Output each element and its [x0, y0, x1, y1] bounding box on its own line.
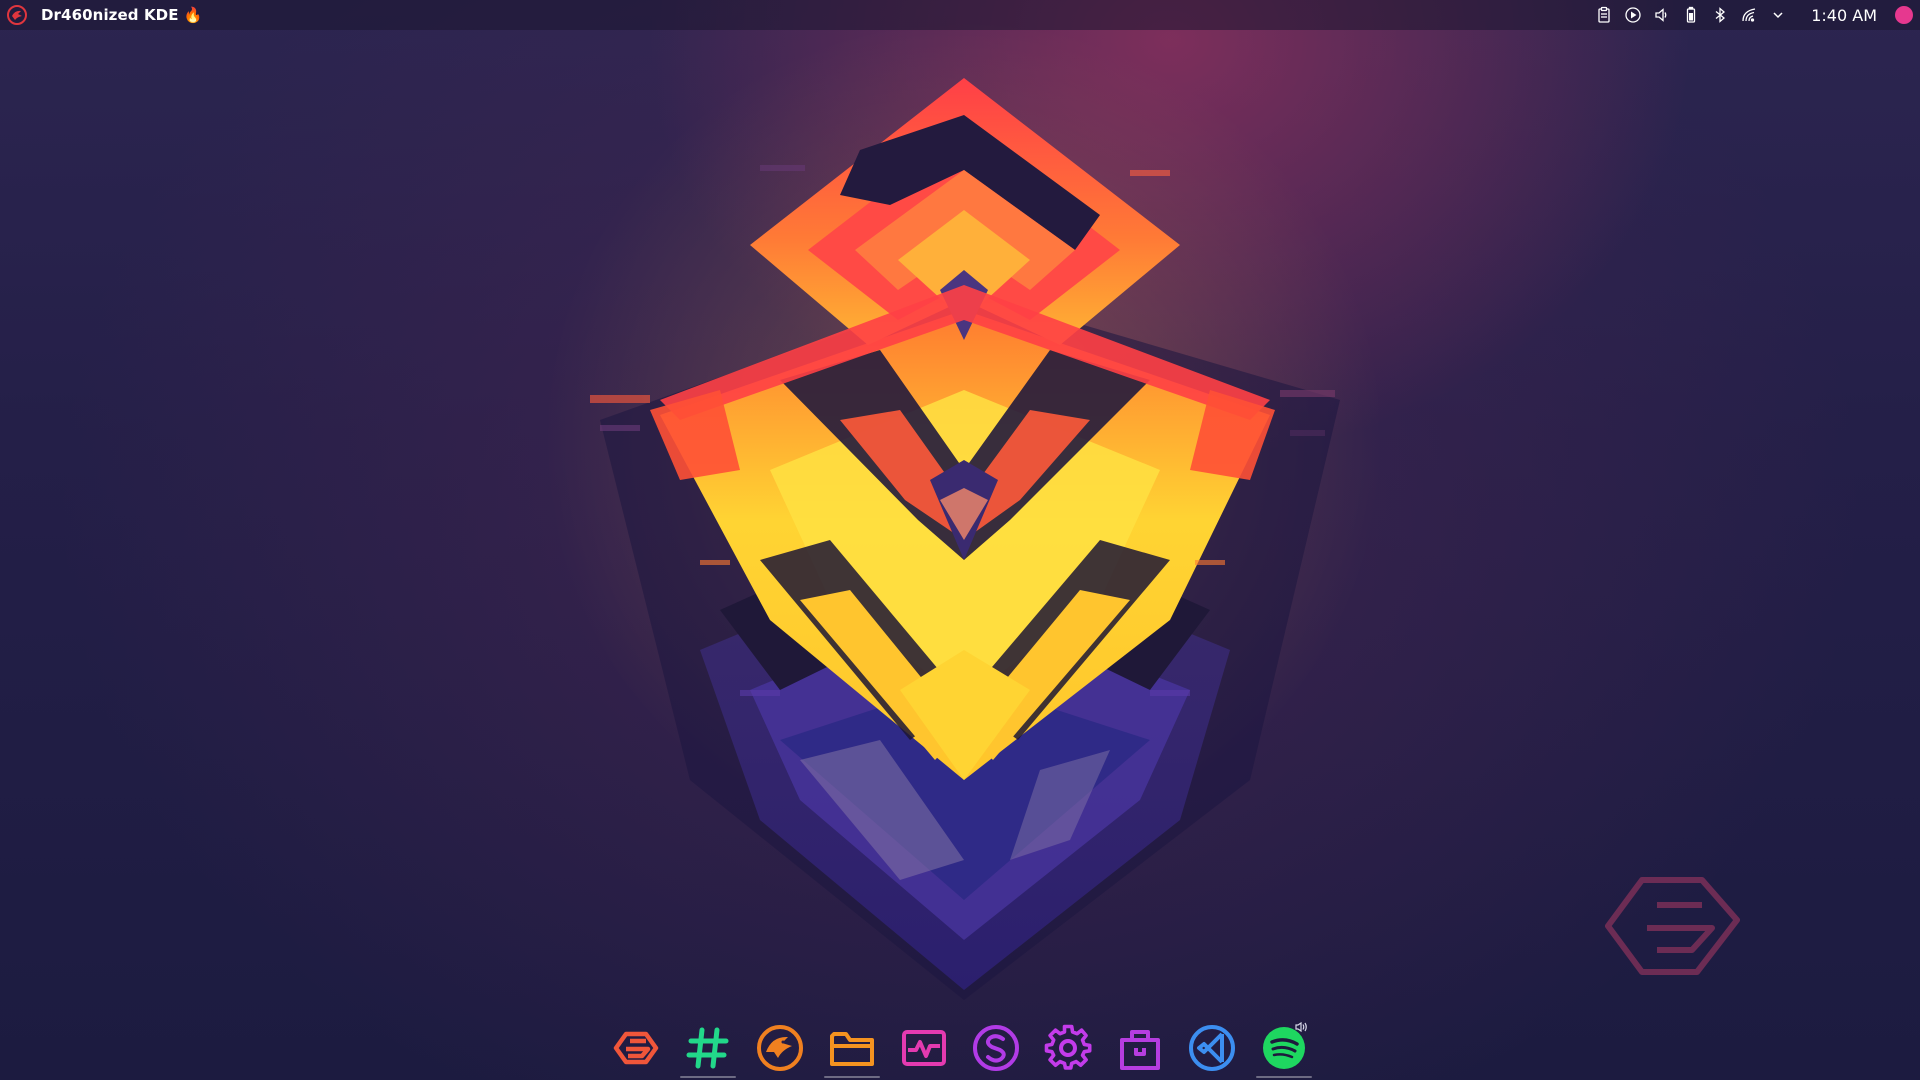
media-player-icon[interactable] — [1623, 5, 1643, 25]
running-indicator — [824, 1076, 880, 1078]
user-indicator[interactable] — [1895, 6, 1913, 24]
folder-icon — [830, 1032, 874, 1066]
dragon-browser-icon — [757, 1025, 803, 1071]
chevron-down-icon[interactable] — [1768, 5, 1788, 25]
dock-item-settings[interactable] — [1032, 1020, 1104, 1080]
garuda-logo-icon — [1605, 877, 1740, 975]
settings-gear-icon — [1044, 1024, 1092, 1070]
clock[interactable]: 1:40 AM — [1811, 6, 1877, 25]
s-circle-icon — [973, 1025, 1019, 1071]
desktop[interactable]: Dr460nized KDE 🔥 1:40 AM — [0, 0, 1920, 1080]
speaker-icon — [1295, 1022, 1307, 1033]
garuda-dragon-icon — [7, 5, 27, 25]
code-editor-icon — [1189, 1025, 1235, 1071]
volume-icon[interactable] — [1652, 5, 1672, 25]
garuda-logo-icon — [613, 1031, 659, 1065]
running-indicator — [680, 1076, 736, 1078]
application-launcher[interactable] — [2, 0, 32, 30]
bluetooth-icon[interactable] — [1710, 5, 1730, 25]
active-window-title: Dr460nized KDE 🔥 — [41, 6, 203, 24]
shopping-bag-icon — [1120, 1030, 1160, 1070]
dock-item-garuda[interactable] — [600, 1020, 672, 1080]
dock-item-s-app[interactable] — [960, 1020, 1032, 1080]
battery-icon[interactable] — [1681, 5, 1701, 25]
network-wifi-icon[interactable] — [1739, 5, 1759, 25]
top-panel: Dr460nized KDE 🔥 1:40 AM — [0, 0, 1920, 30]
running-indicator — [1256, 1076, 1312, 1078]
hashtag-icon — [686, 1027, 729, 1069]
dock-item-files[interactable] — [816, 1020, 888, 1080]
wallpaper-artwork — [544, 20, 1740, 1000]
dock-item-hashtag[interactable] — [672, 1020, 744, 1080]
dock-item-system-monitor[interactable] — [888, 1020, 960, 1080]
dock-item-dragon-browser[interactable] — [744, 1020, 816, 1080]
dock-item-store[interactable] — [1104, 1020, 1176, 1080]
spotify-icon — [1263, 1022, 1307, 1069]
system-monitor-icon — [902, 1030, 946, 1066]
clipboard-icon[interactable] — [1594, 5, 1614, 25]
dock-item-spotify[interactable] — [1248, 1020, 1320, 1080]
dock — [600, 1020, 1320, 1080]
system-tray: 1:40 AM — [1594, 0, 1920, 30]
dock-item-code-editor[interactable] — [1176, 1020, 1248, 1080]
